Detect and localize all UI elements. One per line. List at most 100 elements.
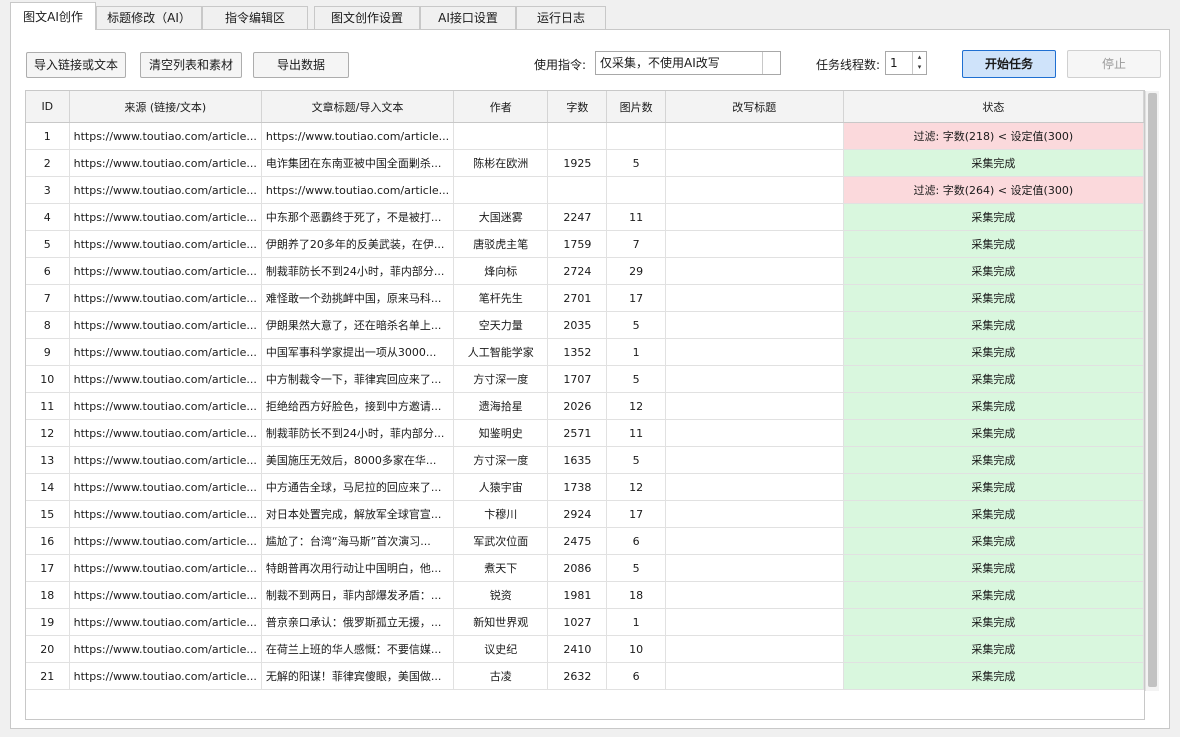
table-row[interactable]: 11 https://www.toutiao.com/article... 拒绝给西… bbox=[26, 392, 1144, 420]
cell-images: 17 bbox=[606, 284, 666, 312]
cell-status: 采集完成 bbox=[843, 446, 1144, 474]
start-task-button[interactable]: 开始任务 bbox=[962, 50, 1056, 78]
cell-status: 采集完成 bbox=[843, 392, 1144, 420]
cell-source: https://www.toutiao.com/article... bbox=[69, 473, 262, 501]
cell-images: 6 bbox=[606, 662, 666, 690]
cell-author: 军武次位面 bbox=[453, 527, 549, 555]
col-title[interactable]: 文章标题/导入文本 bbox=[261, 91, 455, 123]
table-row[interactable]: 14 https://www.toutiao.com/article... 中方通告… bbox=[26, 473, 1144, 501]
cell-source: https://www.toutiao.com/article... bbox=[69, 284, 262, 312]
table-row[interactable]: 15 https://www.toutiao.com/article... 对日本处… bbox=[26, 500, 1144, 528]
cell-status: 采集完成 bbox=[843, 527, 1144, 555]
cell-images bbox=[606, 176, 666, 204]
cell-title: 在荷兰上班的华人感慨：不要信媒... bbox=[261, 635, 455, 663]
cell-title: 制裁菲防长不到24小时，菲内部分... bbox=[261, 257, 455, 285]
table-row[interactable]: 2 https://www.toutiao.com/article... 电诈集团在… bbox=[26, 149, 1144, 177]
table-row[interactable]: 20 https://www.toutiao.com/article... 在荷兰上… bbox=[26, 635, 1144, 663]
table-row[interactable]: 8 https://www.toutiao.com/article... 伊朗果然大… bbox=[26, 311, 1144, 339]
scrollbar-thumb[interactable] bbox=[1148, 93, 1157, 687]
cell-words: 1027 bbox=[547, 608, 608, 636]
chevron-down-icon[interactable] bbox=[762, 52, 780, 74]
cell-words: 1352 bbox=[547, 338, 608, 366]
col-rewrite-title[interactable]: 改写标题 bbox=[665, 91, 844, 123]
cell-rewrite-title bbox=[665, 446, 844, 474]
table-row[interactable]: 17 https://www.toutiao.com/article... 特朗普再… bbox=[26, 554, 1144, 582]
cell-author: 烽向标 bbox=[453, 257, 549, 285]
vertical-scrollbar[interactable] bbox=[1145, 91, 1159, 691]
clear-button[interactable]: 清空列表和素材 bbox=[140, 52, 242, 78]
table-row[interactable]: 7 https://www.toutiao.com/article... 难怪敢一个… bbox=[26, 284, 1144, 312]
col-author[interactable]: 作者 bbox=[453, 91, 549, 123]
stepper-arrows-icon[interactable]: ▴ ▾ bbox=[912, 52, 926, 74]
cell-rewrite-title bbox=[665, 365, 844, 393]
table-row[interactable]: 9 https://www.toutiao.com/article... 中国军事科… bbox=[26, 338, 1144, 366]
cell-source: https://www.toutiao.com/article... bbox=[69, 635, 262, 663]
threads-stepper[interactable]: 1 ▴ ▾ bbox=[885, 51, 927, 75]
cell-words bbox=[547, 176, 608, 204]
cell-images: 6 bbox=[606, 527, 666, 555]
table-row[interactable]: 21 https://www.toutiao.com/article... 无解的阳… bbox=[26, 662, 1144, 690]
cell-rewrite-title bbox=[665, 284, 844, 312]
col-status[interactable]: 状态 bbox=[843, 91, 1144, 123]
table-row[interactable]: 3 https://www.toutiao.com/article... https… bbox=[26, 176, 1144, 204]
table-row[interactable]: 6 https://www.toutiao.com/article... 制裁菲防长… bbox=[26, 257, 1144, 285]
cell-words: 2475 bbox=[547, 527, 608, 555]
cell-id: 8 bbox=[26, 311, 70, 339]
cell-title: 电诈集团在东南亚被中国全面剿杀... bbox=[261, 149, 455, 177]
cell-author: 空天力量 bbox=[453, 311, 549, 339]
cell-words: 1635 bbox=[547, 446, 608, 474]
cell-rewrite-title bbox=[665, 311, 844, 339]
stop-button[interactable]: 停止 bbox=[1067, 50, 1161, 78]
export-button[interactable]: 导出数据 bbox=[253, 52, 349, 78]
cell-rewrite-title bbox=[665, 419, 844, 447]
col-images[interactable]: 图片数 bbox=[606, 91, 666, 123]
tab-run-log[interactable]: 运行日志 bbox=[516, 6, 606, 29]
col-id[interactable]: ID bbox=[26, 91, 70, 123]
cell-source: https://www.toutiao.com/article... bbox=[69, 662, 262, 690]
cell-words: 2086 bbox=[547, 554, 608, 582]
tab-bar: 图文AI创作 标题修改（AI） 指令编辑区 图文创作设置 AI接口设置 运行日志 bbox=[0, 0, 1180, 30]
table-row[interactable]: 19 https://www.toutiao.com/article... 普京亲口… bbox=[26, 608, 1144, 636]
table-row[interactable]: 18 https://www.toutiao.com/article... 制裁不到… bbox=[26, 581, 1144, 609]
table-row[interactable]: 1 https://www.toutiao.com/article... https… bbox=[26, 122, 1144, 150]
cell-rewrite-title bbox=[665, 635, 844, 663]
col-words[interactable]: 字数 bbox=[547, 91, 608, 123]
cell-source: https://www.toutiao.com/article... bbox=[69, 500, 262, 528]
cell-id: 4 bbox=[26, 203, 70, 231]
tab-creation-settings[interactable]: 图文创作设置 bbox=[314, 6, 420, 29]
cell-id: 6 bbox=[26, 257, 70, 285]
cell-status: 采集完成 bbox=[843, 203, 1144, 231]
table-row[interactable]: 13 https://www.toutiao.com/article... 美国施压… bbox=[26, 446, 1144, 474]
cell-rewrite-title bbox=[665, 392, 844, 420]
col-source[interactable]: 来源 (链接/文本) bbox=[69, 91, 262, 123]
cell-rewrite-title bbox=[665, 203, 844, 231]
instruction-select[interactable]: 仅采集，不使用AI改写 bbox=[595, 51, 781, 75]
cell-author: 遗海拾星 bbox=[453, 392, 549, 420]
tab-image-text-ai[interactable]: 图文AI创作 bbox=[10, 2, 96, 30]
cell-status: 采集完成 bbox=[843, 473, 1144, 501]
tab-title-edit-ai[interactable]: 标题修改（AI） bbox=[96, 6, 202, 29]
cell-status: 采集完成 bbox=[843, 635, 1144, 663]
table-row[interactable]: 10 https://www.toutiao.com/article... 中方制裁… bbox=[26, 365, 1144, 393]
cell-author bbox=[453, 122, 549, 150]
cell-id: 2 bbox=[26, 149, 70, 177]
cell-rewrite-title bbox=[665, 149, 844, 177]
cell-source: https://www.toutiao.com/article... bbox=[69, 419, 262, 447]
import-button[interactable]: 导入链接或文本 bbox=[26, 52, 126, 78]
cell-status: 采集完成 bbox=[843, 149, 1144, 177]
table-row[interactable]: 12 https://www.toutiao.com/article... 制裁菲防… bbox=[26, 419, 1144, 447]
cell-title: https://www.toutiao.com/article... bbox=[261, 122, 455, 150]
cell-words: 2701 bbox=[547, 284, 608, 312]
cell-words: 2035 bbox=[547, 311, 608, 339]
table-row[interactable]: 4 https://www.toutiao.com/article... 中东那个恶… bbox=[26, 203, 1144, 231]
tab-ai-api-settings[interactable]: AI接口设置 bbox=[420, 6, 516, 29]
cell-status: 采集完成 bbox=[843, 581, 1144, 609]
task-table[interactable]: ID 来源 (链接/文本) 文章标题/导入文本 作者 字数 图片数 改写标题 状… bbox=[25, 90, 1145, 720]
cell-images: 12 bbox=[606, 473, 666, 501]
cell-words: 1738 bbox=[547, 473, 608, 501]
cell-status: 采集完成 bbox=[843, 311, 1144, 339]
table-row[interactable]: 16 https://www.toutiao.com/article... 尴尬了：… bbox=[26, 527, 1144, 555]
cell-id: 17 bbox=[26, 554, 70, 582]
table-row[interactable]: 5 https://www.toutiao.com/article... 伊朗养了2… bbox=[26, 230, 1144, 258]
tab-instruction-edit[interactable]: 指令编辑区 bbox=[202, 6, 308, 29]
